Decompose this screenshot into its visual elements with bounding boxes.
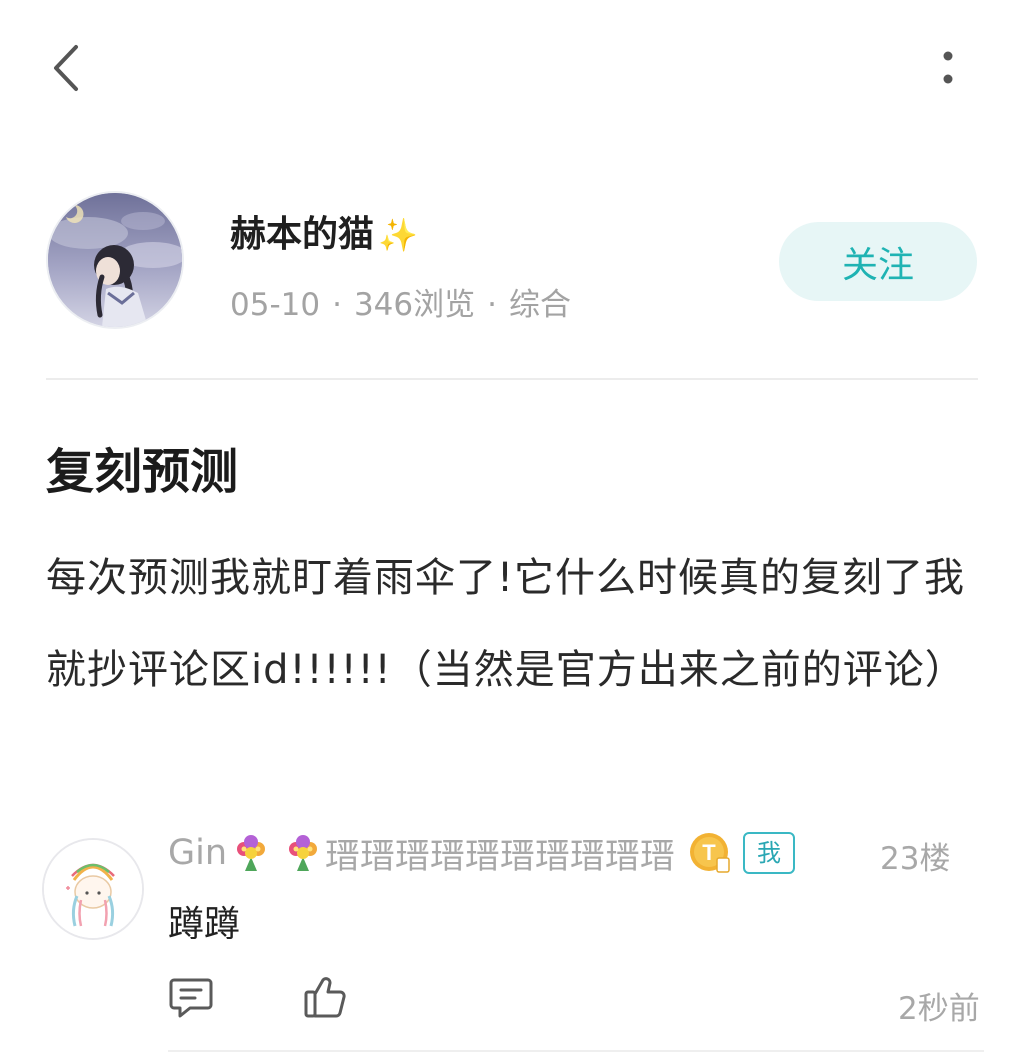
comment-time: 2秒前	[898, 991, 980, 1027]
level-badge-icon: T	[690, 833, 730, 873]
sparkle-icon: ✨	[378, 216, 418, 254]
level-badge-letter: T	[702, 840, 716, 865]
meta-separator: ·	[332, 287, 342, 323]
post-title: 复刻预测	[46, 444, 239, 500]
comment-author[interactable]: Gin 瑨瑨瑨瑨瑨瑨瑨瑨瑨瑨 T 我	[168, 827, 888, 879]
bouquet-icon	[237, 835, 266, 871]
comment-username: Gin	[168, 833, 228, 873]
comment-divider	[168, 1050, 984, 1052]
comment-icon	[169, 978, 213, 1018]
author-name-text: 赫本的猫	[230, 214, 375, 255]
like-button[interactable]	[302, 972, 354, 1024]
comment-text: 蹲蹲	[168, 904, 241, 945]
bouquet-icon	[289, 835, 318, 871]
post-views: 346浏览	[353, 287, 476, 323]
comment-floor: 23楼	[880, 841, 951, 877]
post-meta: 05-10 · 346浏览 · 综合	[230, 279, 571, 324]
author-name[interactable]: 赫本的猫 ✨	[230, 205, 418, 257]
header-divider	[46, 378, 978, 380]
author-avatar[interactable]	[46, 191, 184, 329]
post-body: 每次预测我就盯着雨伞了!它什么时候真的复刻了我就抄评论区id!!!!!!（当然是…	[46, 555, 966, 693]
comment-username-suffix: 瑨瑨瑨瑨瑨瑨瑨瑨瑨瑨	[325, 836, 676, 877]
post-category[interactable]: 综合	[509, 287, 571, 323]
commenter-avatar[interactable]	[42, 838, 144, 940]
follow-button[interactable]: 关注	[779, 222, 977, 301]
avatar-image	[44, 840, 142, 938]
post-date: 05-10	[230, 287, 321, 323]
avatar-image	[48, 193, 182, 327]
thumbs-up-icon	[304, 977, 346, 1018]
me-badge: 我	[743, 832, 796, 874]
meta-separator: ·	[487, 287, 497, 323]
reply-button[interactable]	[168, 976, 218, 1024]
more-vertical-icon	[943, 51, 953, 84]
more-options-button[interactable]	[928, 44, 968, 94]
chevron-left-icon	[54, 45, 78, 91]
back-button[interactable]	[40, 40, 90, 96]
